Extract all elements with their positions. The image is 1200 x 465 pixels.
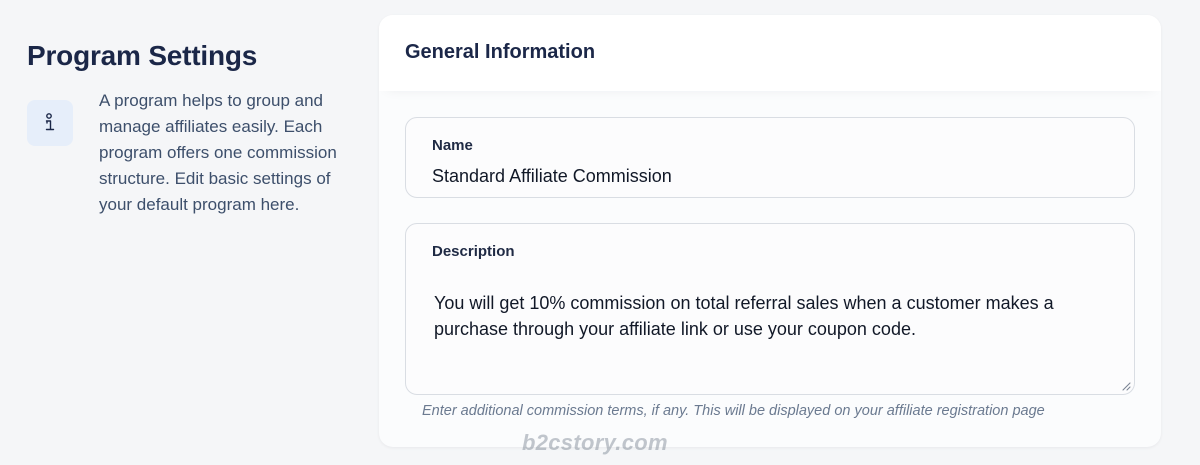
description-help-text: Enter additional commission terms, if an… xyxy=(422,403,1045,419)
card-header: General Information xyxy=(379,15,1161,91)
name-label: Name xyxy=(432,137,473,154)
program-description-text: A program helps to group and manage affi… xyxy=(99,91,337,214)
page-title: Program Settings xyxy=(27,40,258,71)
info-row: A program helps to group and manage affi… xyxy=(27,91,357,230)
watermark: b2cstory.com xyxy=(522,430,668,455)
info-icon-glyph xyxy=(45,113,55,131)
resize-handle-icon[interactable] xyxy=(1121,381,1131,391)
page: Program Settings A program helps to grou… xyxy=(0,0,1200,465)
info-icon xyxy=(27,100,73,146)
general-information-card: General Information Name Description You… xyxy=(379,15,1161,447)
program-settings-panel: Program Settings A program helps to grou… xyxy=(27,38,357,230)
card-title: General Information xyxy=(405,40,596,63)
name-field[interactable]: Name xyxy=(405,117,1135,198)
description-field[interactable]: Description You will get 10% commission … xyxy=(405,223,1135,395)
name-input[interactable] xyxy=(432,166,1114,187)
description-textarea[interactable]: You will get 10% commission on total ref… xyxy=(434,290,1094,342)
description-label: Description xyxy=(432,243,515,260)
